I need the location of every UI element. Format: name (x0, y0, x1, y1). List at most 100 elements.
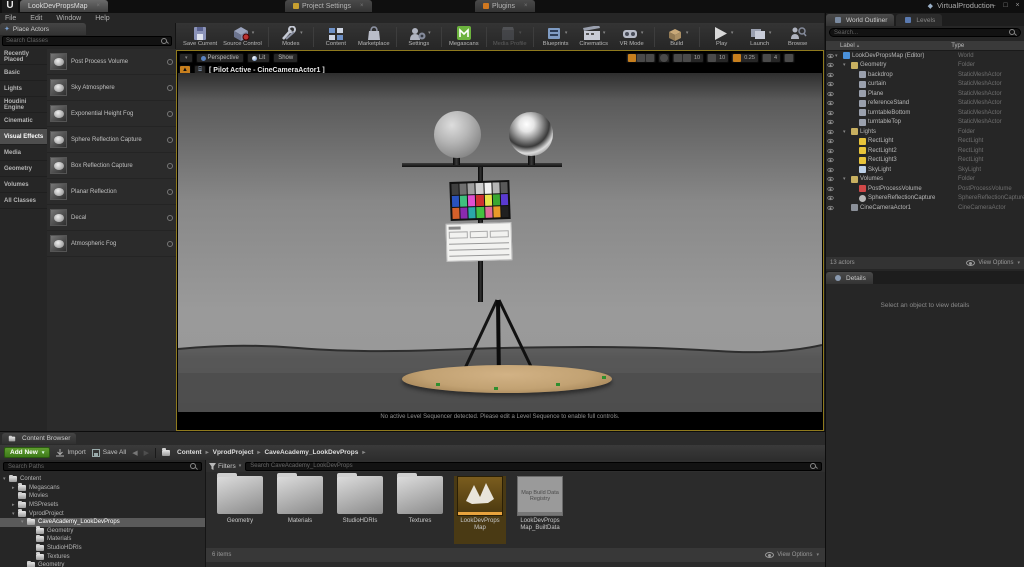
tab-close-icon[interactable]: × (97, 3, 101, 9)
window-tab-project-settings[interactable]: Project Settings× (285, 0, 372, 12)
category-basic[interactable]: Basic (0, 65, 47, 81)
rotation-snap-value[interactable]: 10 (717, 55, 727, 61)
column-label[interactable]: Label (840, 43, 855, 49)
launch-button[interactable]: ▾Launch (744, 26, 776, 47)
camera-speed-icon[interactable] (763, 54, 771, 62)
content-button[interactable]: Content (320, 26, 352, 47)
breadcrumb-content[interactable]: Content (177, 449, 202, 456)
scale-tool-icon[interactable] (646, 54, 654, 62)
build-button[interactable]: ▾Build (661, 26, 693, 47)
category-visual-effects[interactable]: Visual Effects (0, 129, 47, 145)
vr-mode-button[interactable]: ▾VR Mode (616, 26, 648, 47)
outliner-view-options-button[interactable]: View Options▾ (966, 260, 1020, 266)
folder-tree-row[interactable]: Geometry (0, 527, 205, 536)
folder-tree-row[interactable]: Geometry (0, 561, 205, 567)
cinematics-button[interactable]: ▾Cinematics (578, 26, 610, 47)
viewport-scene[interactable] (178, 73, 822, 412)
dropdown-caret-icon[interactable]: ▾ (252, 30, 255, 36)
menu-help[interactable]: Help (95, 15, 109, 22)
visibility-eye-icon[interactable] (827, 54, 833, 58)
visibility-eye-icon[interactable] (827, 158, 833, 162)
folder-tree-row[interactable]: ▸MSPresets (0, 501, 205, 510)
dropdown-caret-icon[interactable]: ▾ (428, 30, 431, 36)
outliner-row[interactable]: turntableBottomStaticMeshActor (826, 108, 1024, 118)
rotate-tool-icon[interactable] (637, 54, 645, 62)
menu-edit[interactable]: Edit (30, 15, 42, 22)
tab-world-outliner[interactable]: World Outliner (826, 14, 894, 26)
category-lights[interactable]: Lights (0, 81, 47, 97)
expander-icon[interactable]: ▾ (843, 62, 849, 68)
place-actor-item[interactable]: Decal (47, 205, 176, 231)
place-actor-item[interactable]: Post Process Volume (47, 49, 176, 75)
visibility-eye-icon[interactable] (827, 139, 833, 143)
outliner-row[interactable]: CineCameraActor1CineCameraActor (826, 203, 1024, 213)
dropdown-caret-icon[interactable]: ▾ (300, 30, 303, 36)
folder-tree-row[interactable]: ▾VprodProject (0, 509, 205, 518)
outliner-row[interactable]: RectLightRectLight (826, 137, 1024, 147)
save-current-button[interactable]: Save Current (183, 26, 217, 47)
outliner-row[interactable]: PostProcessVolumePostProcessVolume (826, 184, 1024, 194)
column-type[interactable]: Type (951, 43, 964, 49)
forward-button[interactable]: ▶ (144, 449, 149, 457)
paths-search-input[interactable]: Search Paths (3, 462, 202, 471)
asset-tile-lookdevprops-map_builtdata[interactable]: Map Build Data RegistryLookDevProps Map_… (514, 476, 566, 544)
folder-tree-row[interactable]: ▾CaveAcademy_LookDevProps (0, 518, 205, 527)
modes-button[interactable]: ▾Modes (275, 26, 307, 47)
breadcrumb-caveacademy_lookdevprops[interactable]: CaveAcademy_LookDevProps (264, 449, 358, 456)
place-actor-item[interactable]: Sphere Reflection Capture (47, 127, 176, 153)
category-volumes[interactable]: Volumes (0, 177, 47, 193)
maximize-viewport-icon[interactable] (785, 54, 793, 62)
viewport-show-button[interactable]: Show (273, 53, 298, 63)
drag-handle-icon[interactable] (167, 111, 173, 117)
outliner-row[interactable]: RectLight2RectLight (826, 146, 1024, 156)
folder-tree-row[interactable]: StudioHDRIs (0, 544, 205, 553)
marketplace-button[interactable]: Marketplace (358, 26, 390, 47)
outliner-row[interactable]: ▾GeometryFolder (826, 61, 1024, 71)
settings-button[interactable]: ▾Settings (403, 26, 435, 47)
visibility-eye-icon[interactable] (827, 206, 833, 210)
level-viewport[interactable]: ▾ Perspective Lit Show 10 10 (176, 50, 824, 431)
outliner-search-input[interactable]: Search... (829, 28, 1021, 37)
tab-close-icon[interactable]: × (524, 3, 528, 9)
tab-close-icon[interactable]: × (360, 3, 364, 9)
tab-content-browser[interactable]: Content Browser (2, 433, 76, 444)
browse-button[interactable]: Browse (782, 26, 814, 47)
visibility-eye-icon[interactable] (827, 168, 833, 172)
blueprints-button[interactable]: ▾Blueprints (540, 26, 572, 47)
drag-handle-icon[interactable] (167, 85, 173, 91)
outliner-row[interactable]: turntableTopStaticMeshActor (826, 118, 1024, 128)
visibility-eye-icon[interactable] (827, 130, 833, 134)
visibility-eye-icon[interactable] (827, 82, 833, 86)
category-media[interactable]: Media (0, 145, 47, 161)
category-all-classes[interactable]: All Classes (0, 193, 47, 209)
grid-snap-icon[interactable] (683, 54, 691, 62)
save-all-button[interactable]: Save All (92, 449, 127, 457)
outliner-row[interactable]: PlaneStaticMeshActor (826, 89, 1024, 99)
tab-levels[interactable]: Levels (896, 14, 942, 26)
outliner-column-headers[interactable]: Label ▴ Type (826, 41, 1024, 51)
drag-handle-icon[interactable] (167, 137, 173, 143)
asset-tile-materials[interactable]: Materials (274, 476, 326, 544)
place-actor-item[interactable]: Planar Reflection (47, 179, 176, 205)
category-geometry[interactable]: Geometry (0, 161, 47, 177)
viewport-perspective-button[interactable]: Perspective (196, 53, 244, 63)
visibility-eye-icon[interactable] (827, 101, 833, 105)
visibility-eye-icon[interactable] (827, 120, 833, 124)
drag-handle-icon[interactable] (167, 241, 173, 247)
scale-snap-value[interactable]: 0.25 (742, 55, 757, 61)
visibility-eye-icon[interactable] (827, 196, 833, 200)
import-button[interactable]: Import (56, 449, 85, 457)
dropdown-caret-icon[interactable]: ▾ (769, 30, 772, 36)
camera-speed-value[interactable]: 4 (772, 55, 779, 61)
grid-snap-value[interactable]: 10 (692, 55, 702, 61)
dropdown-caret-icon[interactable]: ▾ (641, 30, 644, 36)
dropdown-caret-icon[interactable]: ▾ (565, 30, 568, 36)
outliner-row[interactable]: RectLight3RectLight (826, 156, 1024, 166)
outliner-row[interactable]: SphereReflectionCaptureSphereReflectionC… (826, 194, 1024, 204)
expander-icon[interactable]: ▾ (843, 129, 849, 135)
close-button[interactable]: × (1013, 1, 1022, 10)
tab-details[interactable]: Details (826, 272, 873, 284)
breadcrumb-vprodproject[interactable]: VprodProject (213, 449, 254, 456)
content-view-options-button[interactable]: View Options▾ (765, 552, 819, 558)
asset-tile-geometry[interactable]: Geometry (214, 476, 266, 544)
